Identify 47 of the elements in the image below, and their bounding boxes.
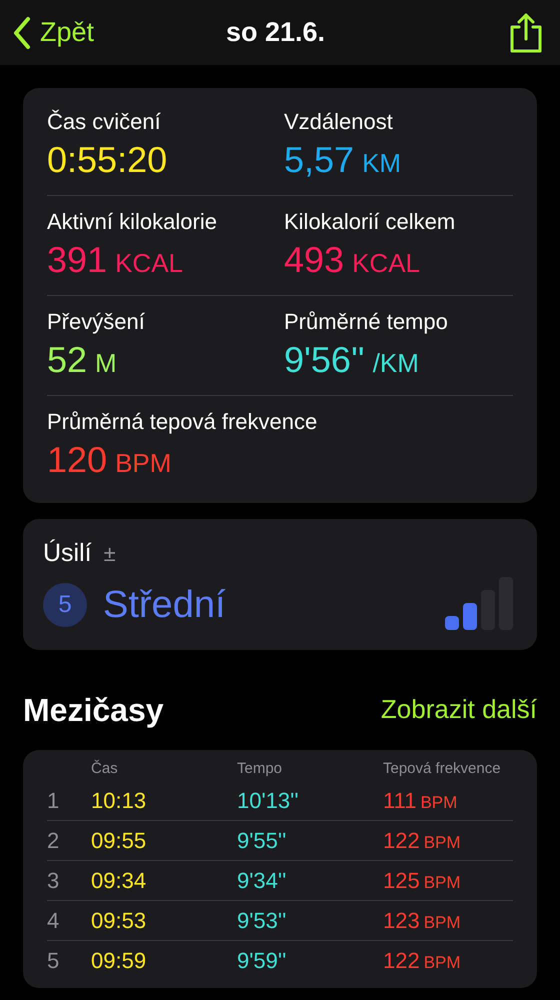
metric-label: Čas cvičení [47,108,162,136]
effort-level-label: Střední [103,582,226,628]
split-time: 09:55 [91,827,146,855]
column-header: Tepová frekvence [383,758,502,778]
split-pace: 9'53'' [237,907,286,935]
metric-label: Aktivní kilokalorie [47,208,218,236]
nav-title: so 21.6. [226,16,326,50]
metric-value: 0:55:20 [47,138,168,182]
split-pace: 9'59'' [237,947,286,975]
metric-label: Průměrné tempo [284,308,449,336]
section-title: Mezičasy [23,690,164,730]
metric-label: Kilokalorií celkem [284,208,456,236]
metric-value: 9'56'' /KM [284,338,420,382]
column-header: Čas [91,758,119,778]
row-number: 2 [47,827,60,855]
metric-value: 391 KCAL [47,238,184,282]
split-heart-rate: 122 BPM [383,827,461,855]
chevron-left-icon [12,16,32,50]
row-number: 5 [47,947,60,975]
column-header: Tempo [237,758,284,778]
metric-label: Průměrná tepová frekvence [47,408,318,436]
split-time: 09:34 [91,867,146,895]
metric-value: 5,57 KM [284,138,402,182]
share-icon[interactable] [508,12,544,54]
metric-label: Převýšení [47,308,146,336]
split-heart-rate: 123 BPM [383,907,461,935]
split-heart-rate: 122 BPM [383,947,461,975]
split-heart-rate: 125 BPM [383,867,461,895]
row-number: 4 [47,907,60,935]
back-button[interactable]: Zpět [12,12,94,53]
split-time: 10:13 [91,786,146,814]
split-heart-rate: 111 BPM [383,786,458,814]
metric-label: Vzdálenost [284,108,394,136]
show-more-link[interactable]: Zobrazit další [380,690,537,729]
row-number: 1 [47,786,60,814]
split-pace: 10'13'' [237,786,299,814]
split-time: 09:53 [91,907,146,935]
row-number: 3 [47,867,60,895]
split-pace: 9'34'' [237,867,286,895]
effort-score: 5 [43,583,87,627]
effort-title: Úsilí [43,538,92,569]
metric-value: 493 KCAL [284,238,421,282]
split-pace: 9'55'' [237,827,286,855]
split-time: 09:59 [91,947,146,975]
metric-value: 52 M [47,338,118,382]
metric-value: 120 BPM [47,438,172,482]
adjust-icon[interactable]: ± [104,537,116,570]
